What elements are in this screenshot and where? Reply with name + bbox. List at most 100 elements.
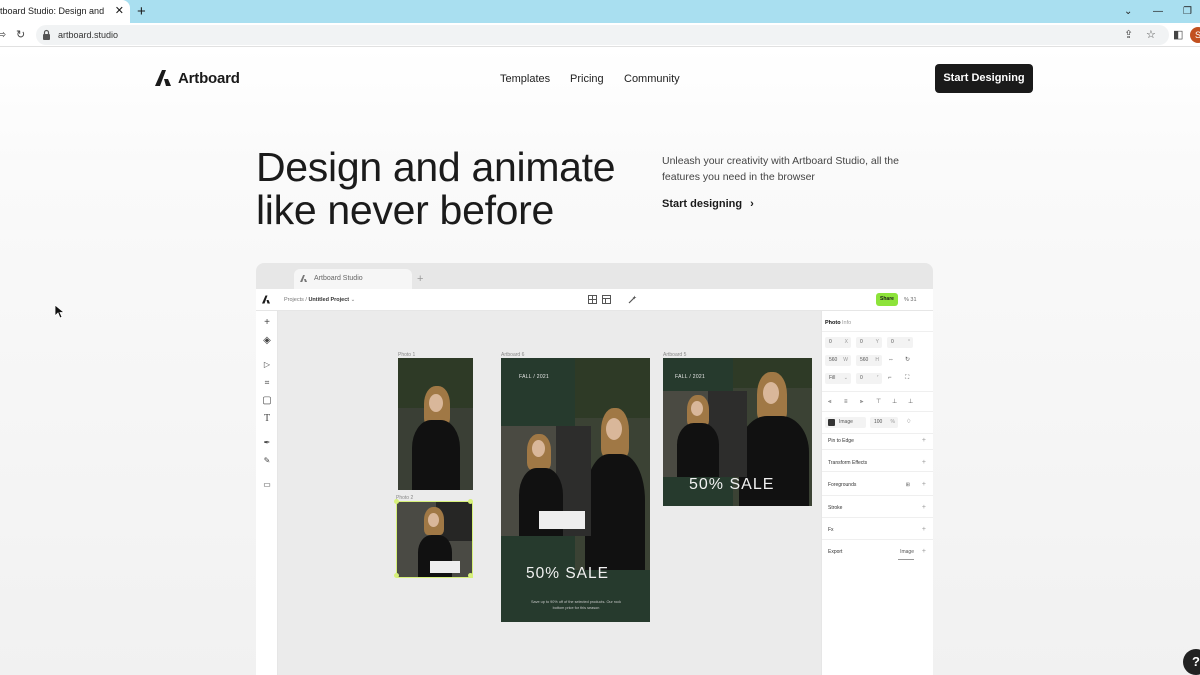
- width-field: 560 W: [825, 355, 851, 366]
- align-left-icon: ⫷: [828, 399, 832, 405]
- start-designing-button[interactable]: Start Designing: [935, 64, 1033, 93]
- profile-avatar[interactable]: S: [1190, 27, 1200, 43]
- url-text: artboard.studio: [58, 30, 119, 40]
- add-icon: +: [921, 548, 926, 555]
- chevron-down-icon: ⌄: [843, 375, 848, 381]
- rotate-icon: ↻: [905, 357, 911, 363]
- opacity-field: 100%: [870, 417, 898, 428]
- width-value: 560: [829, 357, 838, 363]
- align-bottom-icon: ⊥: [908, 399, 914, 405]
- nav-community[interactable]: Community: [624, 72, 680, 86]
- x-unit: X: [844, 339, 848, 345]
- browser-tab-strip: rtboard Studio: Design and Ani ✕ + ⌄ — ❐: [0, 0, 1200, 23]
- artboard6-sale-text: 50% SALE: [526, 565, 609, 582]
- export-format: Image: [900, 549, 914, 555]
- reload-icon[interactable]: ↻: [16, 23, 25, 47]
- add-icon: +: [921, 481, 926, 488]
- lock-icon: [43, 29, 50, 40]
- section-label: Transform Effects: [828, 460, 868, 466]
- app-preview-frame: Artboard Studio + Projects / Untitled Pr…: [256, 263, 933, 675]
- start-designing-label: Start designing: [662, 198, 743, 210]
- nav-pricing[interactable]: Pricing: [570, 72, 604, 86]
- hero-headline: Design and animate like never before: [256, 146, 656, 232]
- align-middle-icon: ⊥: [892, 399, 898, 405]
- layout-view-icon: [602, 295, 611, 304]
- share-button: Share: [876, 293, 898, 306]
- add-icon: +: [921, 437, 926, 444]
- omnibox[interactable]: artboard.studio ⇪ ☆: [36, 25, 1169, 45]
- rotation-value: 0: [891, 339, 894, 345]
- add-icon: +: [921, 504, 926, 511]
- pencil-icon: ✎: [263, 456, 271, 465]
- resize-handle: [468, 499, 473, 504]
- browser-tab-title: rtboard Studio: Design and Ani: [0, 6, 105, 16]
- radius-field: 0 ⌜: [856, 373, 882, 384]
- x-field: 0X: [825, 337, 851, 348]
- folder-icon: ▭: [263, 480, 271, 489]
- nav-templates[interactable]: Templates: [500, 72, 550, 86]
- app-new-tab-icon: +: [417, 273, 424, 285]
- x-value: 0: [829, 339, 832, 345]
- mouse-cursor-icon: [55, 305, 65, 319]
- degree-unit: °: [908, 339, 910, 345]
- photo1-thumbnail: [398, 358, 473, 490]
- artboard5-sale-text: 50% SALE: [689, 476, 775, 493]
- grid-view-icon: [588, 295, 597, 304]
- breadcrumb-current: Untitled Project: [308, 297, 350, 303]
- align-center-icon: ≡: [844, 399, 848, 405]
- height-value: 560: [860, 357, 869, 363]
- add-icon: +: [264, 317, 270, 328]
- browser-tab[interactable]: rtboard Studio: Design and Ani ✕: [0, 0, 130, 23]
- opacity-value: 100: [874, 419, 883, 425]
- artboard6-season-text: FALL / 2021: [519, 374, 550, 380]
- magic-wand-icon: [628, 295, 637, 304]
- address-bar-row: ⇨ ↻ artboard.studio ⇪ ☆ ◧: [0, 23, 1200, 47]
- height-field: 560 H: [856, 355, 882, 366]
- hero-subtitle: Unleash your creativity with Artboard St…: [662, 155, 899, 183]
- resize-handle: [468, 573, 473, 578]
- fill-type-field: Image: [825, 417, 866, 428]
- shape-icon: ▢: [262, 395, 272, 406]
- radius-value: 0: [860, 375, 863, 381]
- width-unit: W: [843, 357, 848, 363]
- minimize-icon[interactable]: —: [1153, 0, 1163, 23]
- section-stroke: Stroke +: [828, 504, 926, 512]
- select-arrow-icon: ▷: [263, 360, 271, 369]
- artboard-logo-icon: [155, 70, 171, 86]
- divider: [822, 391, 933, 392]
- section-label: Stroke: [828, 505, 843, 511]
- restore-icon[interactable]: ❐: [1183, 0, 1192, 23]
- side-panel-icon[interactable]: ◧: [1173, 23, 1183, 47]
- section-label: Foregrounds: [828, 482, 857, 488]
- align-top-icon: ⊤: [876, 399, 882, 405]
- divider: [822, 495, 933, 496]
- artboard5-season-text: FALL / 2021: [675, 374, 706, 380]
- new-tab-button[interactable]: +: [137, 0, 146, 23]
- app-tab-logo-icon: [300, 275, 308, 282]
- image-swatch-icon: [828, 419, 835, 426]
- chevron-right-icon: ›: [750, 198, 754, 210]
- forward-icon[interactable]: ⇨: [0, 23, 6, 47]
- link-dimensions-icon: ⇔: [888, 357, 894, 363]
- breadcrumb-parent: Projects /: [284, 297, 309, 303]
- properties-panel: Photo Info 0X 0Y 0 ° 560 W 560 H ⇔ ↻ Fill ⌄ …: [821, 311, 933, 675]
- share-page-icon[interactable]: ⇪: [1124, 23, 1133, 47]
- bookmark-star-icon[interactable]: ☆: [1146, 23, 1156, 47]
- divider: [822, 433, 933, 434]
- add-icon: +: [921, 526, 926, 533]
- headline-line-1: Design and animate: [256, 144, 616, 190]
- frame-icon: ⌗: [264, 378, 270, 387]
- zoom-level: % 31: [904, 297, 917, 303]
- close-tab-icon[interactable]: ✕: [115, 0, 124, 23]
- section-fx: Fx +: [828, 526, 926, 534]
- tab-search-icon[interactable]: ⌄: [1124, 0, 1132, 23]
- y-field: 0Y: [856, 337, 882, 348]
- chevron-down-icon: ⌄: [349, 297, 356, 303]
- section-transform-effects: Transform Effects +: [828, 459, 926, 467]
- y-value: 0: [860, 339, 863, 345]
- start-designing-link[interactable]: Start designing ›: [662, 197, 754, 211]
- divider: [822, 449, 933, 450]
- artboard-5: FALL / 2021 50% SALE: [663, 358, 812, 506]
- divider: [822, 331, 933, 332]
- app-tab-title: Artboard Studio: [314, 275, 363, 282]
